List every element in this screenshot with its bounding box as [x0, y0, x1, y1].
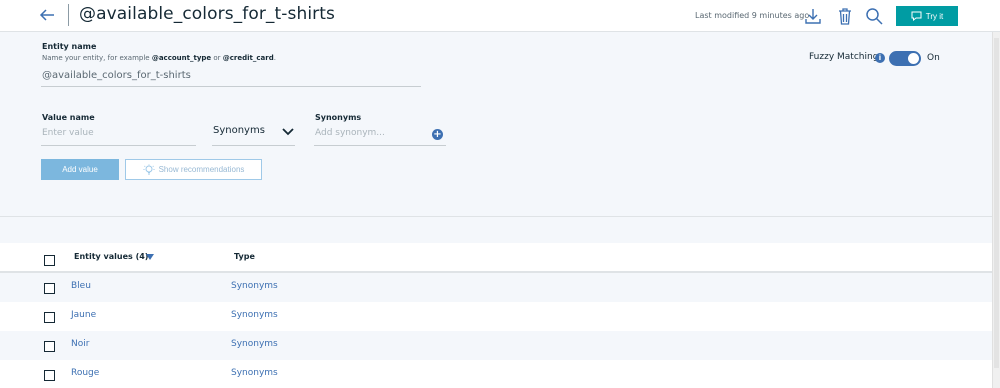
fuzzy-matching-label: Fuzzy Matching [809, 52, 879, 62]
header-bar: @available_colors_for_t-shirts Last modi… [0, 0, 1000, 32]
synonym-underline [314, 145, 446, 146]
table-row[interactable]: Bleu Synonyms [0, 273, 992, 302]
add-value-button[interactable]: Add value [41, 159, 119, 180]
entity-name-underline [41, 86, 421, 87]
table-row[interactable]: Rouge Synonyms [0, 360, 992, 388]
toggle-knob [908, 53, 919, 64]
info-icon[interactable]: i [875, 53, 885, 63]
entity-value-link[interactable]: Jaune [71, 310, 96, 320]
column-header-values[interactable]: Entity values (4) [74, 252, 148, 261]
try-it-label: Try it [925, 11, 944, 21]
entity-name-label: Entity name [42, 42, 97, 51]
entity-value-link[interactable]: Noir [71, 339, 89, 349]
select-all-checkbox[interactable] [44, 255, 55, 266]
chat-bubble-icon [911, 11, 922, 21]
entity-values-table: Entity values (4) Type Bleu Synonyms Jau… [0, 243, 992, 388]
entity-value-link[interactable]: Bleu [71, 281, 91, 291]
sort-down-icon[interactable] [146, 254, 154, 260]
type-select-underline [212, 145, 295, 146]
add-circle-icon[interactable]: + [432, 129, 443, 140]
row-checkbox[interactable] [44, 312, 55, 323]
search-icon[interactable] [865, 7, 883, 25]
row-checkbox[interactable] [44, 341, 55, 352]
table-row[interactable]: Jaune Synonyms [0, 302, 992, 331]
entity-value-link[interactable]: Rouge [71, 368, 99, 378]
value-name-label: Value name [42, 113, 95, 122]
entity-name-input[interactable]: @available_colors_for_t-shirts [42, 70, 191, 81]
row-checkbox[interactable] [44, 283, 55, 294]
section-divider [0, 216, 992, 217]
type-select[interactable]: Synonyms [213, 125, 265, 136]
fuzzy-matching-toggle[interactable] [889, 51, 921, 66]
scrollbar-thumb[interactable] [994, 38, 999, 368]
try-it-button[interactable]: Try it [896, 6, 958, 26]
scrollbar[interactable] [992, 32, 1000, 388]
entity-type-link[interactable]: Synonyms [231, 339, 278, 349]
entity-name-help: Name your entity, for example @account_t… [42, 54, 276, 62]
header-divider [68, 4, 69, 26]
arrow-left-icon[interactable] [38, 6, 56, 24]
download-icon[interactable] [804, 7, 822, 25]
entity-type-link[interactable]: Synonyms [231, 368, 278, 378]
entity-type-link[interactable]: Synonyms [231, 281, 278, 291]
synonyms-label: Synonyms [315, 113, 362, 122]
table-header: Entity values (4) Type [0, 243, 992, 273]
show-recommendations-label: Show recommendations [158, 165, 245, 174]
page-title: @available_colors_for_t-shirts [79, 4, 335, 24]
last-modified-text: Last modified 9 minutes ago [695, 11, 810, 20]
show-recommendations-button[interactable]: Show recommendations [125, 159, 262, 180]
entity-type-link[interactable]: Synonyms [231, 310, 278, 320]
table-row[interactable]: Noir Synonyms [0, 331, 992, 360]
chevron-down-icon[interactable] [282, 128, 294, 136]
toggle-state-label: On [927, 53, 940, 63]
trash-icon[interactable] [836, 7, 854, 25]
column-header-type: Type [234, 252, 255, 261]
row-checkbox[interactable] [44, 370, 55, 381]
value-name-underline [41, 145, 196, 146]
lightbulb-icon [143, 164, 155, 174]
synonym-input[interactable]: Add synonym... [315, 128, 385, 138]
value-name-input[interactable]: Enter value [42, 128, 94, 138]
